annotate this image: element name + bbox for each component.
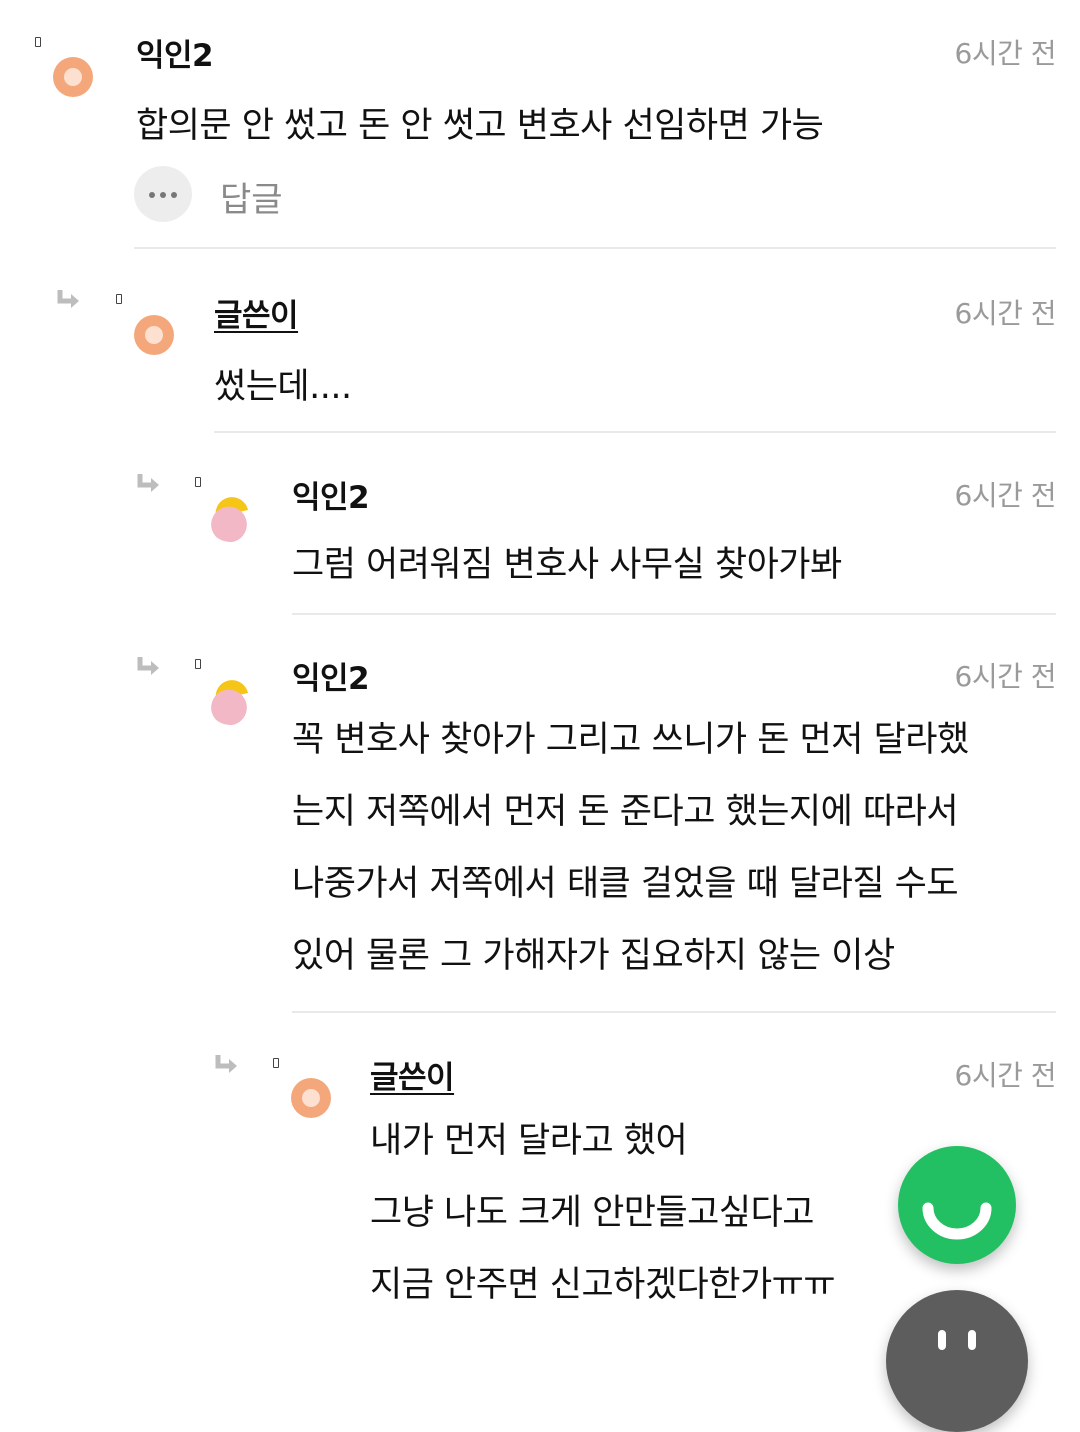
badge-icon (195, 659, 201, 669)
comment-text: 내가 먼저 달라고 했어 그냥 나도 크게 안만들고싶다고 지금 안주면 신고하… (370, 1105, 836, 1321)
avatar[interactable] (291, 1078, 331, 1118)
comment-author[interactable]: 글쓴이 (370, 1052, 455, 1097)
comment-1: 익인2 6시간 전 합의문 안 썼고 돈 안 썻고 변호사 선임하면 가능 답글 (0, 0, 1080, 250)
divider (214, 431, 1056, 433)
comment-text: 썼는데.... (214, 367, 352, 407)
comment-line: 그냥 나도 크게 안만들고싶다고 (370, 1193, 814, 1233)
avatar[interactable] (53, 57, 93, 97)
avatar[interactable] (206, 492, 256, 542)
more-icon (149, 192, 155, 198)
comment-time: 6시간 전 (954, 1059, 1057, 1092)
badge-icon (273, 1058, 279, 1068)
comment-time: 6시간 전 (954, 479, 1057, 512)
scroll-fab-button[interactable] (886, 1290, 1028, 1432)
comment-line: 꼭 변호사 찾아가 그리고 쓰니가 돈 먼저 달라했 (292, 720, 969, 760)
comment-text: 꼭 변호사 찾아가 그리고 쓰니가 돈 먼저 달라했 는지 저쪽에서 먼저 돈 … (292, 704, 969, 992)
reply-arrow-icon (57, 290, 79, 308)
reply-arrow-icon (137, 657, 159, 675)
comment-time: 6시간 전 (954, 297, 1057, 330)
divider (134, 247, 1056, 249)
comment-time: 6시간 전 (954, 37, 1057, 70)
comment-line: 내가 먼저 달라고 했어 (370, 1121, 688, 1161)
comment-author[interactable]: 익인2 (136, 30, 214, 75)
divider (292, 1011, 1056, 1013)
avatar[interactable] (206, 675, 256, 725)
reply-arrow-icon (215, 1055, 237, 1073)
comment-line: 나중가서 저쪽에서 태클 걸었을 때 달라질 수도 (292, 864, 959, 904)
comment-author[interactable]: 익인2 (292, 653, 370, 698)
divider (292, 613, 1056, 615)
comment-author[interactable]: 글쓴이 (214, 290, 299, 335)
comment-author[interactable]: 익인2 (292, 472, 370, 517)
reply-button[interactable]: 답글 (220, 172, 283, 221)
comment-text: 합의문 안 썼고 돈 안 썻고 변호사 선임하면 가능 (136, 106, 824, 146)
badge-icon (116, 294, 122, 304)
avatar[interactable] (134, 315, 174, 355)
smile-icon (922, 1202, 992, 1240)
comment-time: 6시간 전 (954, 660, 1057, 693)
comment-text: 그럼 어려워짐 변호사 사무실 찾아가봐 (292, 545, 842, 585)
comment-line: 있어 물론 그 가해자가 집요하지 않는 이상 (292, 936, 895, 976)
emoji-fab-button[interactable] (898, 1146, 1016, 1264)
comment-line: 는지 저쪽에서 먼저 돈 준다고 했는지에 따라서 (292, 792, 959, 832)
chevron-icon (938, 1330, 976, 1350)
badge-icon (35, 37, 41, 47)
comment-line: 지금 안주면 신고하겠다한가ㅠㅠ (370, 1265, 836, 1305)
more-button[interactable] (134, 166, 192, 222)
badge-icon (195, 477, 201, 487)
reply-arrow-icon (137, 474, 159, 492)
